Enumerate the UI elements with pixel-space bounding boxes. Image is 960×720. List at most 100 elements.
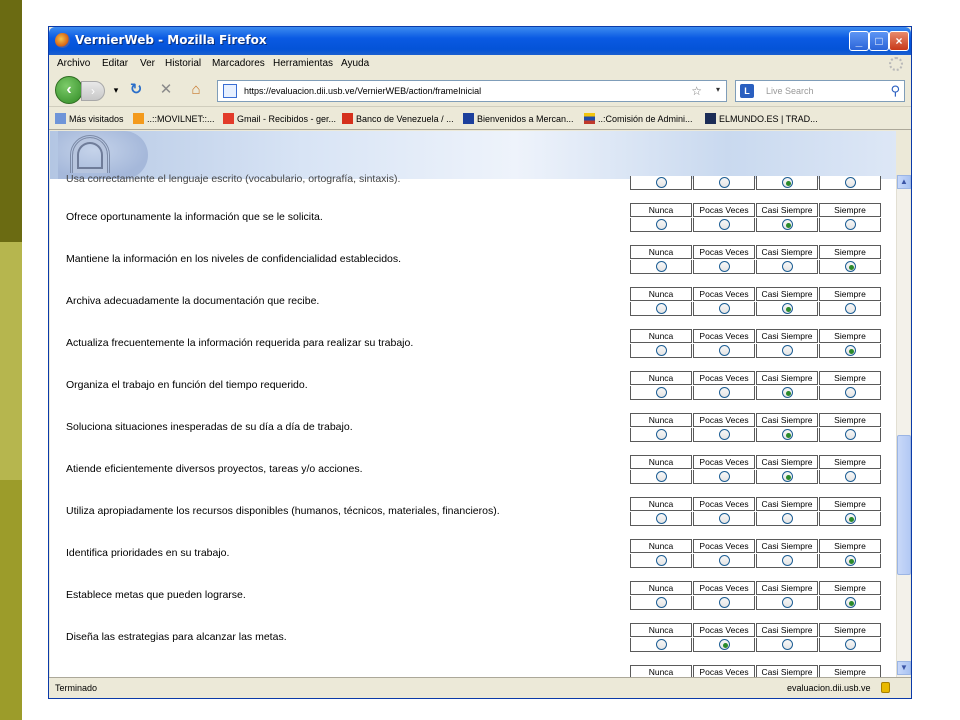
- maximize-button[interactable]: □: [869, 31, 889, 51]
- question-options: Nunca Pocas Veces Casi Siempre Siempre: [630, 203, 882, 232]
- menu-historial[interactable]: Historial: [165, 58, 201, 69]
- radio-casi-siempre[interactable]: [782, 303, 793, 314]
- bookmark-gmail[interactable]: Gmail - Recibidos - ger...: [223, 113, 336, 124]
- bookmark-mercantil[interactable]: Bienvenidos a Mercan...: [463, 113, 574, 124]
- bookmark-movilnet[interactable]: ..::MOVILNET::...: [133, 113, 215, 124]
- radio-pocas-veces[interactable]: [719, 471, 730, 482]
- menu-archivo[interactable]: Archivo: [57, 58, 90, 69]
- radio-casi-siempre[interactable]: [782, 387, 793, 398]
- radio-pocas-veces[interactable]: [719, 261, 730, 272]
- radio-siempre[interactable]: [845, 639, 856, 650]
- radio-pocas-veces[interactable]: [719, 345, 730, 356]
- home-icon[interactable]: ⌂: [187, 81, 205, 99]
- search-engine-icon[interactable]: L: [740, 84, 754, 98]
- radio-pocas-veces[interactable]: [719, 555, 730, 566]
- reload-icon[interactable]: ↻: [127, 81, 145, 99]
- radio-casi-siempre[interactable]: [782, 177, 793, 188]
- radio-cell: [819, 470, 881, 484]
- radio-siempre[interactable]: [845, 513, 856, 524]
- bookmark-comision[interactable]: ..:Comisión de Admini...: [584, 113, 693, 124]
- radio-siempre[interactable]: [845, 261, 856, 272]
- radio-nunca[interactable]: [656, 345, 667, 356]
- question-options: Nunca Pocas Veces Casi Siempre Siempre: [630, 371, 882, 400]
- stop-icon[interactable]: ✕: [157, 81, 175, 99]
- radio-pocas-veces[interactable]: [719, 429, 730, 440]
- gmail-icon: [223, 113, 234, 124]
- radio-nunca[interactable]: [656, 597, 667, 608]
- radio-nunca[interactable]: [656, 555, 667, 566]
- radio-nunca[interactable]: [656, 471, 667, 482]
- radio-casi-siempre[interactable]: [782, 639, 793, 650]
- radio-siempre[interactable]: [845, 429, 856, 440]
- radio-cell: [819, 302, 881, 316]
- radio-cell: [756, 260, 818, 274]
- forward-button[interactable]: ›: [81, 81, 105, 101]
- radio-casi-siempre[interactable]: [782, 555, 793, 566]
- radio-siempre[interactable]: [845, 303, 856, 314]
- option-label: Siempre: [819, 413, 881, 427]
- radio-cell: [693, 470, 755, 484]
- menu-herramientas[interactable]: Herramientas: [273, 58, 333, 69]
- radio-cell: [693, 512, 755, 526]
- bookmark-banco-venezuela[interactable]: Banco de Venezuela / ...: [342, 113, 454, 124]
- radio-pocas-veces[interactable]: [719, 387, 730, 398]
- radio-cell: [756, 638, 818, 652]
- radio-pocas-veces[interactable]: [719, 597, 730, 608]
- radio-casi-siempre[interactable]: [782, 345, 793, 356]
- close-button[interactable]: ×: [889, 31, 909, 51]
- scroll-up-arrow-icon[interactable]: ▲: [897, 175, 911, 189]
- radio-nunca[interactable]: [656, 219, 667, 230]
- page-content: Usa correctamente el lenguaje escrito (v…: [50, 131, 896, 677]
- radio-nunca[interactable]: [656, 639, 667, 650]
- radio-nunca[interactable]: [656, 303, 667, 314]
- radio-pocas-veces[interactable]: [719, 513, 730, 524]
- radio-siempre[interactable]: [845, 219, 856, 230]
- minimize-button[interactable]: _: [849, 31, 869, 51]
- radio-casi-siempre[interactable]: [782, 471, 793, 482]
- radio-siempre[interactable]: [845, 345, 856, 356]
- radio-nunca[interactable]: [656, 261, 667, 272]
- url-bar[interactable]: https://evaluacion.dii.usb.ve/VernierWEB…: [217, 80, 727, 102]
- menu-editar[interactable]: Editar: [102, 58, 128, 69]
- back-button[interactable]: ‹: [55, 76, 83, 104]
- radio-pocas-veces[interactable]: [719, 303, 730, 314]
- scroll-down-arrow-icon[interactable]: ▼: [897, 661, 911, 675]
- vertical-scrollbar[interactable]: ▲ ▼: [896, 175, 911, 677]
- bookmark-mas-visitados[interactable]: Más visitados: [55, 113, 124, 124]
- radio-casi-siempre[interactable]: [782, 597, 793, 608]
- radio-siempre[interactable]: [845, 597, 856, 608]
- radio-casi-siempre[interactable]: [782, 513, 793, 524]
- bookmark-elmundo[interactable]: ELMUNDO.ES | TRAD...: [705, 113, 818, 124]
- radio-siempre[interactable]: [845, 177, 856, 188]
- radio-siempre[interactable]: [845, 555, 856, 566]
- search-icon[interactable]: ⚲: [890, 83, 900, 99]
- radio-casi-siempre[interactable]: [782, 219, 793, 230]
- radio-pocas-veces[interactable]: [719, 639, 730, 650]
- option-labels: Nunca Pocas Veces Casi Siempre Siempre: [630, 665, 882, 677]
- radio-row: [630, 470, 882, 484]
- question-row: Mantiene la información en los niveles d…: [50, 245, 896, 287]
- question-options: Nunca Pocas Veces Casi Siempre Siempre: [630, 413, 882, 442]
- scrollbar-thumb[interactable]: [897, 435, 911, 575]
- menu-ver[interactable]: Ver: [140, 58, 155, 69]
- radio-nunca[interactable]: [656, 513, 667, 524]
- search-field[interactable]: L Live Search ⚲: [735, 80, 905, 102]
- radio-siempre[interactable]: [845, 471, 856, 482]
- radio-pocas-veces[interactable]: [719, 219, 730, 230]
- question-row: Atiende eficientemente diversos proyecto…: [50, 455, 896, 497]
- radio-nunca[interactable]: [656, 387, 667, 398]
- question-options: Nunca Pocas Veces Casi Siempre Siempre: [630, 665, 882, 677]
- radio-cell: [819, 176, 881, 190]
- url-dropdown-icon[interactable]: ▾: [716, 85, 720, 94]
- radio-pocas-veces[interactable]: [719, 177, 730, 188]
- radio-casi-siempre[interactable]: [782, 429, 793, 440]
- radio-nunca[interactable]: [656, 177, 667, 188]
- menu-ayuda[interactable]: Ayuda: [341, 58, 369, 69]
- radio-nunca[interactable]: [656, 429, 667, 440]
- history-dropdown-icon[interactable]: ▾: [107, 81, 125, 99]
- radio-casi-siempre[interactable]: [782, 261, 793, 272]
- bookmark-star-icon[interactable]: ☆: [691, 84, 702, 98]
- radio-siempre[interactable]: [845, 387, 856, 398]
- menu-marcadores[interactable]: Marcadores: [212, 58, 265, 69]
- lock-icon: [881, 682, 890, 693]
